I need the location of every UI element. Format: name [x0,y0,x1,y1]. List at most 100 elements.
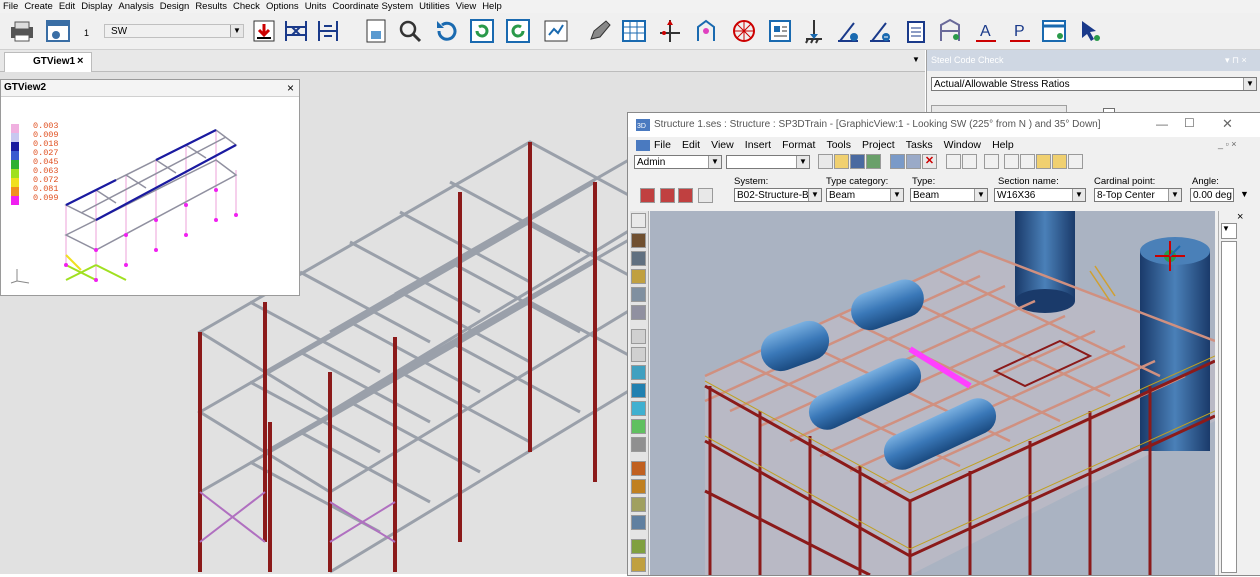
select-icon[interactable] [962,154,977,169]
node-tree-icon[interactable] [692,17,720,45]
tool-e-icon[interactable] [1068,154,1083,169]
delete-icon[interactable]: ✕ [922,154,937,169]
paste-icon[interactable] [906,154,921,169]
close-icon[interactable]: ✕ [1222,116,1233,132]
maximize-icon[interactable]: ☐ [1184,116,1195,130]
tool-a-icon[interactable] [1004,154,1019,169]
tool-icon[interactable] [631,269,646,284]
wheel-icon[interactable] [730,17,758,45]
menu-display[interactable]: Display [78,0,115,13]
sp3d-menu-project[interactable]: Project [862,139,895,151]
menu-options[interactable]: Options [263,0,302,13]
pane-dropdown[interactable]: ▼ [1221,223,1237,239]
system-select[interactable]: B02-Structure-Be ▼ [734,188,822,202]
tool-icon[interactable] [631,539,646,554]
tool-icon[interactable] [631,305,646,320]
gtview2-window[interactable]: GTView2 × 0.003 0.009 0.018 0.027 0.045 … [0,79,300,296]
undo-icon[interactable] [984,154,999,169]
cardinal-point-select[interactable]: 8-Top Center ▼ [1094,188,1182,202]
type-category-select[interactable]: Beam ▼ [826,188,904,202]
sp3d-menu-view[interactable]: View [711,139,734,151]
tool-icon[interactable] [631,461,646,476]
graph-window-icon[interactable] [542,17,570,45]
tool-icon[interactable] [631,287,646,302]
view-select[interactable]: SW ▼ [104,24,244,38]
select-pointer-icon[interactable] [631,213,646,228]
page-icon[interactable] [362,17,390,45]
tool-d-icon[interactable] [1052,154,1067,169]
load-icon[interactable] [834,17,862,45]
angle-chevron-icon[interactable]: ▼ [1240,189,1249,199]
zoom-icon[interactable] [396,17,424,45]
select-arrow-icon[interactable] [1076,17,1104,45]
tab-list-chevron-icon[interactable]: ▼ [912,55,920,64]
tab-gtview1[interactable]: GTView1 × [4,52,92,72]
annotate-a-icon[interactable]: A [972,17,1000,45]
snap-icon[interactable] [946,154,961,169]
place-member4-icon[interactable] [698,188,713,203]
sp3d-menu-help[interactable]: Help [992,139,1014,151]
refresh-icon[interactable] [468,17,496,45]
tool-b-icon[interactable] [1020,154,1035,169]
frame-icon[interactable] [282,17,310,45]
menu-coordinate-system[interactable]: Coordinate System [329,0,416,13]
tool-icon[interactable] [631,347,646,362]
menu-results[interactable]: Results [192,0,230,13]
sp3d-menu-tools[interactable]: Tools [826,139,851,151]
gtview2-titlebar[interactable]: GTView2 × [1,80,299,97]
menu-edit[interactable]: Edit [56,0,78,13]
tool-icon[interactable] [631,515,646,530]
menu-check[interactable]: Check [230,0,263,13]
ratio-type-select[interactable]: Actual/Allowable Stress Ratios ▼ [931,77,1257,91]
tool-c-icon[interactable] [1036,154,1051,169]
minimize-icon[interactable]: — [1156,117,1168,131]
support-icon[interactable] [800,17,828,45]
close-icon[interactable]: × [77,55,83,67]
tool-icon[interactable] [631,479,646,494]
menu-file[interactable]: File [0,0,21,13]
menu-analysis[interactable]: Analysis [115,0,156,13]
frame-h-icon[interactable] [314,17,342,45]
tool-icon[interactable] [631,557,646,572]
download-icon[interactable] [250,17,278,45]
redo-icon[interactable] [504,17,532,45]
new-icon[interactable] [818,154,833,169]
user-select[interactable]: Admin ▼ [634,155,722,169]
menu-create[interactable]: Create [21,0,56,13]
undo-icon[interactable] [432,17,460,45]
menu-design[interactable]: Design [157,0,193,13]
copy-icon[interactable] [890,154,905,169]
tool-icon[interactable] [631,401,646,416]
tool-icon[interactable] [631,497,646,512]
tool-icon[interactable] [631,383,646,398]
load2-icon[interactable] [866,17,894,45]
tool-icon[interactable] [631,365,646,380]
tool-icon[interactable] [631,329,646,344]
tool-icon[interactable] [631,233,646,248]
print-icon[interactable] [866,154,881,169]
view-window-icon[interactable] [44,17,72,45]
structure-icon[interactable] [936,17,964,45]
sp3d-menu-file[interactable]: File [654,139,671,151]
table-icon[interactable] [620,17,648,45]
open-icon[interactable] [834,154,849,169]
dialog-icon[interactable] [1040,17,1068,45]
close-icon[interactable]: × [287,81,294,95]
menu-utilities[interactable]: Utilities [416,0,453,13]
type-select[interactable]: Beam ▼ [910,188,988,202]
tool-icon[interactable] [631,251,646,266]
panel-pin-icon[interactable]: ▾ ⊓ × [1225,55,1247,66]
place-member3-icon[interactable] [678,188,693,203]
sp3d-titlebar[interactable]: 3D Structure 1.ses : Structure : SP3DTra… [628,113,1260,137]
sp3d-menu-tasks[interactable]: Tasks [906,139,933,151]
menu-view[interactable]: View [453,0,479,13]
tool-icon[interactable] [631,419,646,434]
sp3d-window[interactable]: 3D Structure 1.ses : Structure : SP3DTra… [627,112,1260,576]
print-icon[interactable] [8,17,36,45]
pane-scrollbar[interactable] [1221,241,1237,573]
menu-units[interactable]: Units [302,0,330,13]
report-icon[interactable] [766,17,794,45]
place-member2-icon[interactable] [660,188,675,203]
place-member-icon[interactable] [640,188,655,203]
sp3d-menu-insert[interactable]: Insert [745,139,771,151]
